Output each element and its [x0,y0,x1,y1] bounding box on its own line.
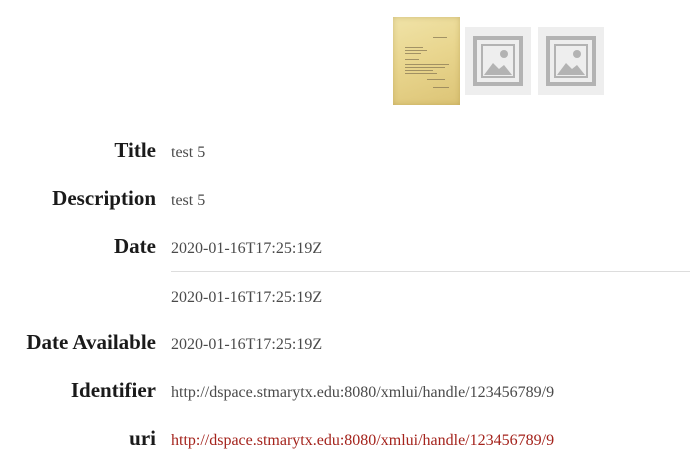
field-value-date-available: 2020-01-16T17:25:19Z [171,336,323,353]
field-value-date: 2020-01-16T17:25:19Z [171,289,323,306]
field-value-identifier: http://dspace.stmarytx.edu:8080/xmlui/ha… [171,384,555,401]
field-value-title: test 5 [171,144,206,161]
field-label-title: Title [114,138,156,162]
field-value-date: 2020-01-16T17:25:19Z [171,240,323,257]
image-placeholder-icon [546,36,596,86]
image-placeholder-thumbnail[interactable] [538,27,604,95]
value-divider [171,271,690,272]
field-label-date-available: Date Available [26,330,156,354]
field-label-identifier: Identifier [70,378,156,402]
field-label-description: Description [52,186,156,210]
field-label-uri: uri [129,426,156,450]
field-value-description: test 5 [171,192,206,209]
field-label-date: Date [114,234,156,258]
image-placeholder-thumbnail[interactable] [465,27,531,95]
uri-link[interactable]: http://dspace.stmarytx.edu:8080/xmlui/ha… [171,432,554,450]
image-placeholder-icon [473,36,523,86]
document-thumbnail[interactable] [393,17,460,105]
